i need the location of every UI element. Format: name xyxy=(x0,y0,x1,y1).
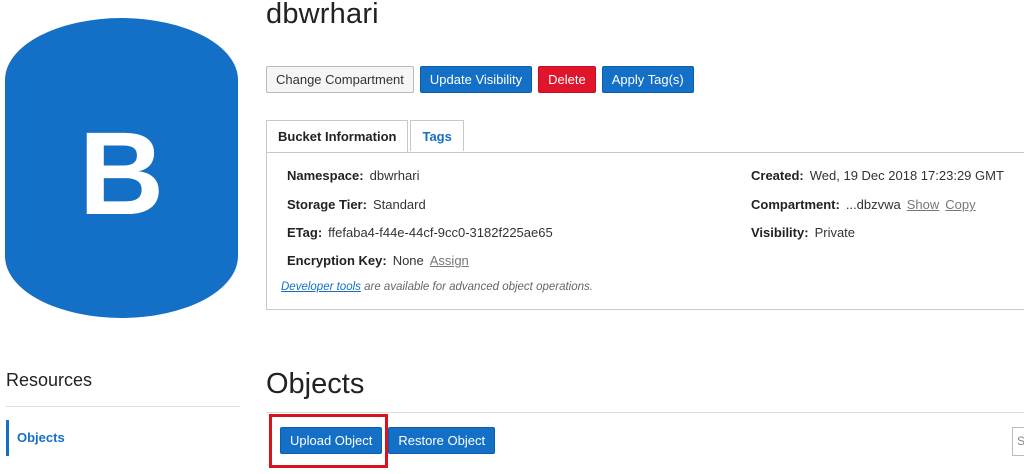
visibility-row: Visibility: Private xyxy=(751,225,855,240)
objects-actions: Upload Object Restore Object xyxy=(280,427,496,454)
etag-row: ETag: ffefaba4-f44e-44cf-9cc0-3182f225ae6… xyxy=(287,225,553,240)
namespace-value: dbwrhari xyxy=(369,168,420,183)
bucket-logo: B xyxy=(5,18,238,318)
encryption-key-value: None xyxy=(392,253,424,268)
change-compartment-button[interactable]: Change Compartment xyxy=(266,66,414,93)
compartment-show-link[interactable]: Show xyxy=(907,197,940,212)
storage-tier-row: Storage Tier: Standard xyxy=(287,197,426,212)
etag-value: ffefaba4-f44e-44cf-9cc0-3182f225ae65 xyxy=(328,225,553,240)
storage-tier-value: Standard xyxy=(372,197,426,212)
namespace-label: Namespace: xyxy=(287,168,364,183)
upload-object-button[interactable]: Upload Object xyxy=(280,427,383,454)
resources-divider xyxy=(6,406,240,407)
developer-tools-note: Developer tools are available for advanc… xyxy=(281,281,593,293)
assign-link[interactable]: Assign xyxy=(430,253,469,268)
bucket-actions: Change Compartment Update Visibility Del… xyxy=(266,66,694,93)
compartment-label: Compartment: xyxy=(751,197,840,212)
visibility-value: Private xyxy=(814,225,856,240)
delete-button[interactable]: Delete xyxy=(538,66,596,93)
compartment-value: ...dbzvwa xyxy=(845,197,901,212)
created-value: Wed, 19 Dec 2018 17:23:29 GMT xyxy=(809,168,1004,183)
developer-tools-text: are available for advanced object operat… xyxy=(360,281,593,293)
tab-bucket-information[interactable]: Bucket Information xyxy=(266,120,409,153)
resources-heading: Resources xyxy=(6,370,93,390)
bucket-info-panel: Namespace: dbwrhari Storage Tier: Standard… xyxy=(266,152,1024,310)
page-title: dbwrhari xyxy=(266,0,379,30)
apply-tags-button[interactable]: Apply Tag(s) xyxy=(601,66,694,93)
update-visibility-button[interactable]: Update Visibility xyxy=(419,66,533,93)
object-search-input[interactable]: S xyxy=(1012,427,1024,456)
encryption-key-row: Encryption Key: None Assign xyxy=(287,253,469,268)
restore-object-button[interactable]: Restore Object xyxy=(388,427,496,454)
developer-tools-link[interactable]: Developer tools xyxy=(281,281,361,293)
namespace-row: Namespace: dbwrhari xyxy=(287,168,419,183)
bucket-logo-letter: B xyxy=(78,108,165,240)
created-label: Created: xyxy=(751,168,804,183)
etag-label: ETag: xyxy=(287,225,323,240)
created-row: Created: Wed, 19 Dec 2018 17:23:29 GMT xyxy=(751,168,1004,183)
encryption-key-label: Encryption Key: xyxy=(287,253,387,268)
sidebar-item-objects[interactable]: Objects xyxy=(6,420,240,456)
storage-tier-label: Storage Tier: xyxy=(287,197,367,212)
compartment-row: Compartment: ...dbzvwa Show Copy xyxy=(751,197,976,212)
compartment-copy-link[interactable]: Copy xyxy=(945,197,975,212)
objects-heading: Objects xyxy=(266,368,365,400)
bucket-tabs: Bucket Information Tags xyxy=(266,120,464,153)
visibility-label: Visibility: xyxy=(751,225,809,240)
tab-tags[interactable]: Tags xyxy=(410,120,464,151)
objects-divider xyxy=(266,412,1024,413)
